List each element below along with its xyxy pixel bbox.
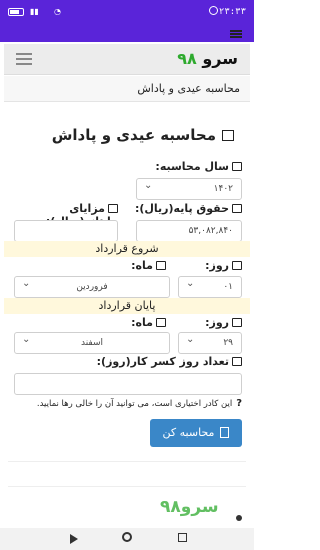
contract-start-heading: شروع قرارداد — [4, 241, 250, 257]
end-day-label: روز: — [205, 316, 242, 329]
calendar-check-icon — [156, 318, 166, 327]
calendar-icon — [232, 357, 242, 366]
start-day-select[interactable]: ۰۱ — [178, 274, 242, 298]
money-icon — [232, 204, 242, 213]
calendar-icon — [232, 162, 242, 171]
brand-text: سرو — [202, 49, 238, 68]
base-salary-label: حقوق پایه(ریال): — [135, 202, 242, 215]
deduction-label: تعداد روز کسر کار(روز): — [97, 355, 242, 368]
year-select[interactable]: ۱۴۰۲ — [136, 176, 242, 200]
wifi-icon: ◔ — [54, 7, 61, 16]
back-icon[interactable] — [70, 534, 78, 544]
page-title-text: محاسبه عیدی و پاداش — [51, 126, 216, 144]
android-nav-bar — [0, 528, 254, 550]
start-day-label: روز: — [205, 259, 242, 272]
base-salary-input[interactable]: ۵۳,۰۸۲,۸۴۰ — [136, 220, 242, 242]
top-menu-icon[interactable] — [230, 30, 242, 38]
status-bar: ▮▮ ◔ ۲۳:۳۳ — [0, 0, 254, 26]
breadcrumb: محاسبه عیدی و پاداش — [4, 76, 250, 102]
page-title: محاسبه عیدی و پاداش — [52, 126, 234, 144]
calculate-button-label: محاسبه کن — [162, 426, 215, 439]
deduction-input[interactable] — [14, 373, 242, 395]
recent-apps-icon[interactable] — [178, 533, 187, 542]
gift-icon — [222, 130, 234, 141]
money-icon — [108, 204, 118, 213]
divider — [8, 461, 246, 462]
end-day-select[interactable]: ۲۹ — [178, 330, 242, 354]
year-label: سال محاسبه: — [155, 160, 242, 173]
calculate-button[interactable]: محاسبه کن — [150, 419, 242, 447]
divider — [8, 486, 246, 487]
watermark-logo: سرو۹۸ — [160, 497, 219, 517]
benefits-input[interactable] — [14, 220, 118, 242]
question-icon: ? — [236, 398, 242, 409]
brand-number: ۹۸ — [177, 49, 197, 68]
home-icon[interactable] — [122, 532, 132, 542]
alarm-icon — [209, 6, 218, 15]
scroll-dot-icon — [236, 515, 242, 521]
hamburger-menu-icon[interactable] — [16, 53, 32, 65]
calendar-icon — [232, 318, 242, 327]
start-month-select[interactable]: فروردین — [14, 274, 170, 298]
optional-note-text: این کادر اختیاری است، می توانید آن را خا… — [36, 399, 233, 409]
calendar-icon — [232, 261, 242, 270]
signal-icon: ▮▮ — [30, 7, 39, 16]
calculator-icon — [220, 427, 230, 438]
brand-logo[interactable]: سرو ۹۸ — [177, 49, 238, 68]
optional-note: ?این کادر اختیاری است، می توانید آن را خ… — [37, 398, 242, 409]
battery-icon — [8, 8, 24, 16]
start-month-label: ماه: — [131, 259, 166, 272]
contract-end-heading: پایان قرارداد — [4, 298, 250, 314]
status-clock: ۲۳:۳۳ — [218, 7, 246, 17]
end-month-label: ماه: — [131, 316, 166, 329]
app-top-strip — [0, 26, 254, 42]
end-month-select[interactable]: اسفند — [14, 330, 170, 354]
site-header: سرو ۹۸ — [4, 44, 250, 75]
calendar-check-icon — [156, 261, 166, 270]
